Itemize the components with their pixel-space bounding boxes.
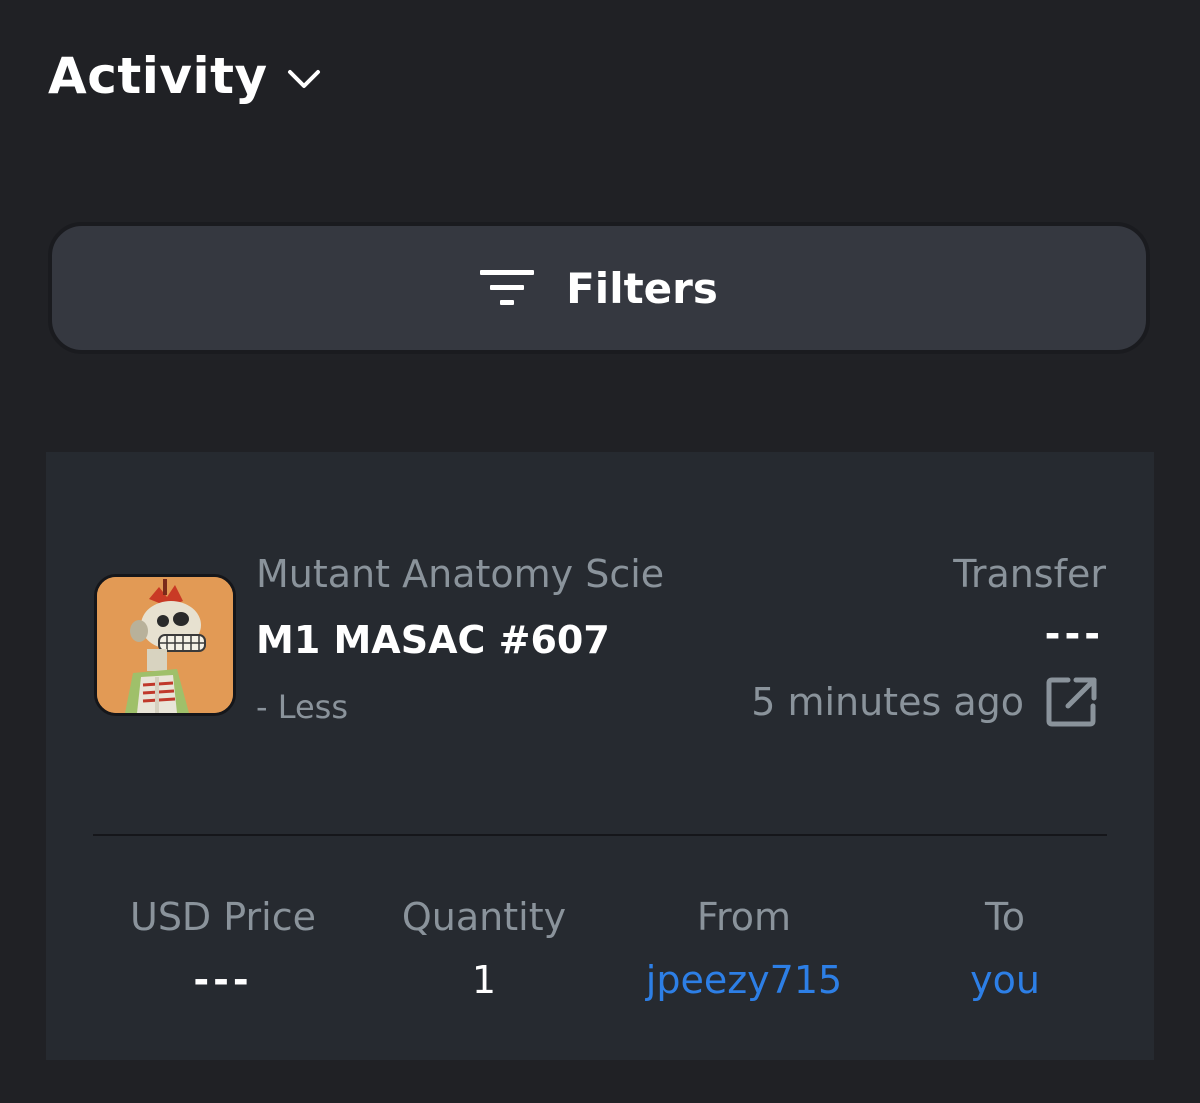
detail-from: From jpeezy715 bbox=[624, 890, 864, 1008]
item-name[interactable]: M1 MASAC #607 bbox=[256, 618, 610, 662]
collection-name[interactable]: Mutant Anatomy Scie bbox=[256, 552, 664, 596]
activity-details: USD Price --- Quantity 1 From jpeezy715 … bbox=[46, 890, 1154, 1030]
filters-button[interactable]: Filters bbox=[48, 222, 1150, 354]
filter-lines-icon bbox=[480, 268, 535, 308]
event-price: --- bbox=[1044, 612, 1104, 656]
detail-to: To you bbox=[885, 890, 1125, 1008]
detail-value: --- bbox=[193, 958, 253, 1002]
detail-label: From bbox=[696, 895, 792, 939]
activity-title: Activity bbox=[48, 47, 268, 105]
detail-label: Quantity bbox=[401, 895, 567, 939]
filters-label: Filters bbox=[566, 263, 718, 313]
to-user-link[interactable]: you bbox=[885, 952, 1125, 1008]
detail-label: To bbox=[984, 895, 1025, 939]
from-user-link[interactable]: jpeezy715 bbox=[624, 952, 864, 1008]
activity-page: Activity Filters Mutant Anatomy Scie M1 … bbox=[0, 0, 1200, 1103]
activity-dropdown[interactable]: Activity bbox=[48, 40, 322, 112]
nft-thumbnail[interactable] bbox=[94, 574, 236, 716]
time-link[interactable]: 5 minutes ago bbox=[751, 674, 1100, 730]
detail-usd-price: USD Price --- bbox=[103, 890, 343, 1008]
detail-label: USD Price bbox=[130, 895, 316, 939]
chevron-down-icon[interactable] bbox=[286, 67, 322, 91]
external-link-icon[interactable] bbox=[1044, 674, 1100, 730]
card-divider bbox=[93, 834, 1107, 836]
detail-value: 1 bbox=[471, 958, 497, 1002]
time-ago: 5 minutes ago bbox=[751, 680, 1024, 724]
less-toggle[interactable]: - Less bbox=[256, 688, 348, 726]
event-type: Transfer bbox=[953, 552, 1106, 596]
activity-card: Mutant Anatomy Scie M1 MASAC #607 - Less… bbox=[46, 452, 1154, 1060]
detail-quantity: Quantity 1 bbox=[364, 890, 604, 1008]
